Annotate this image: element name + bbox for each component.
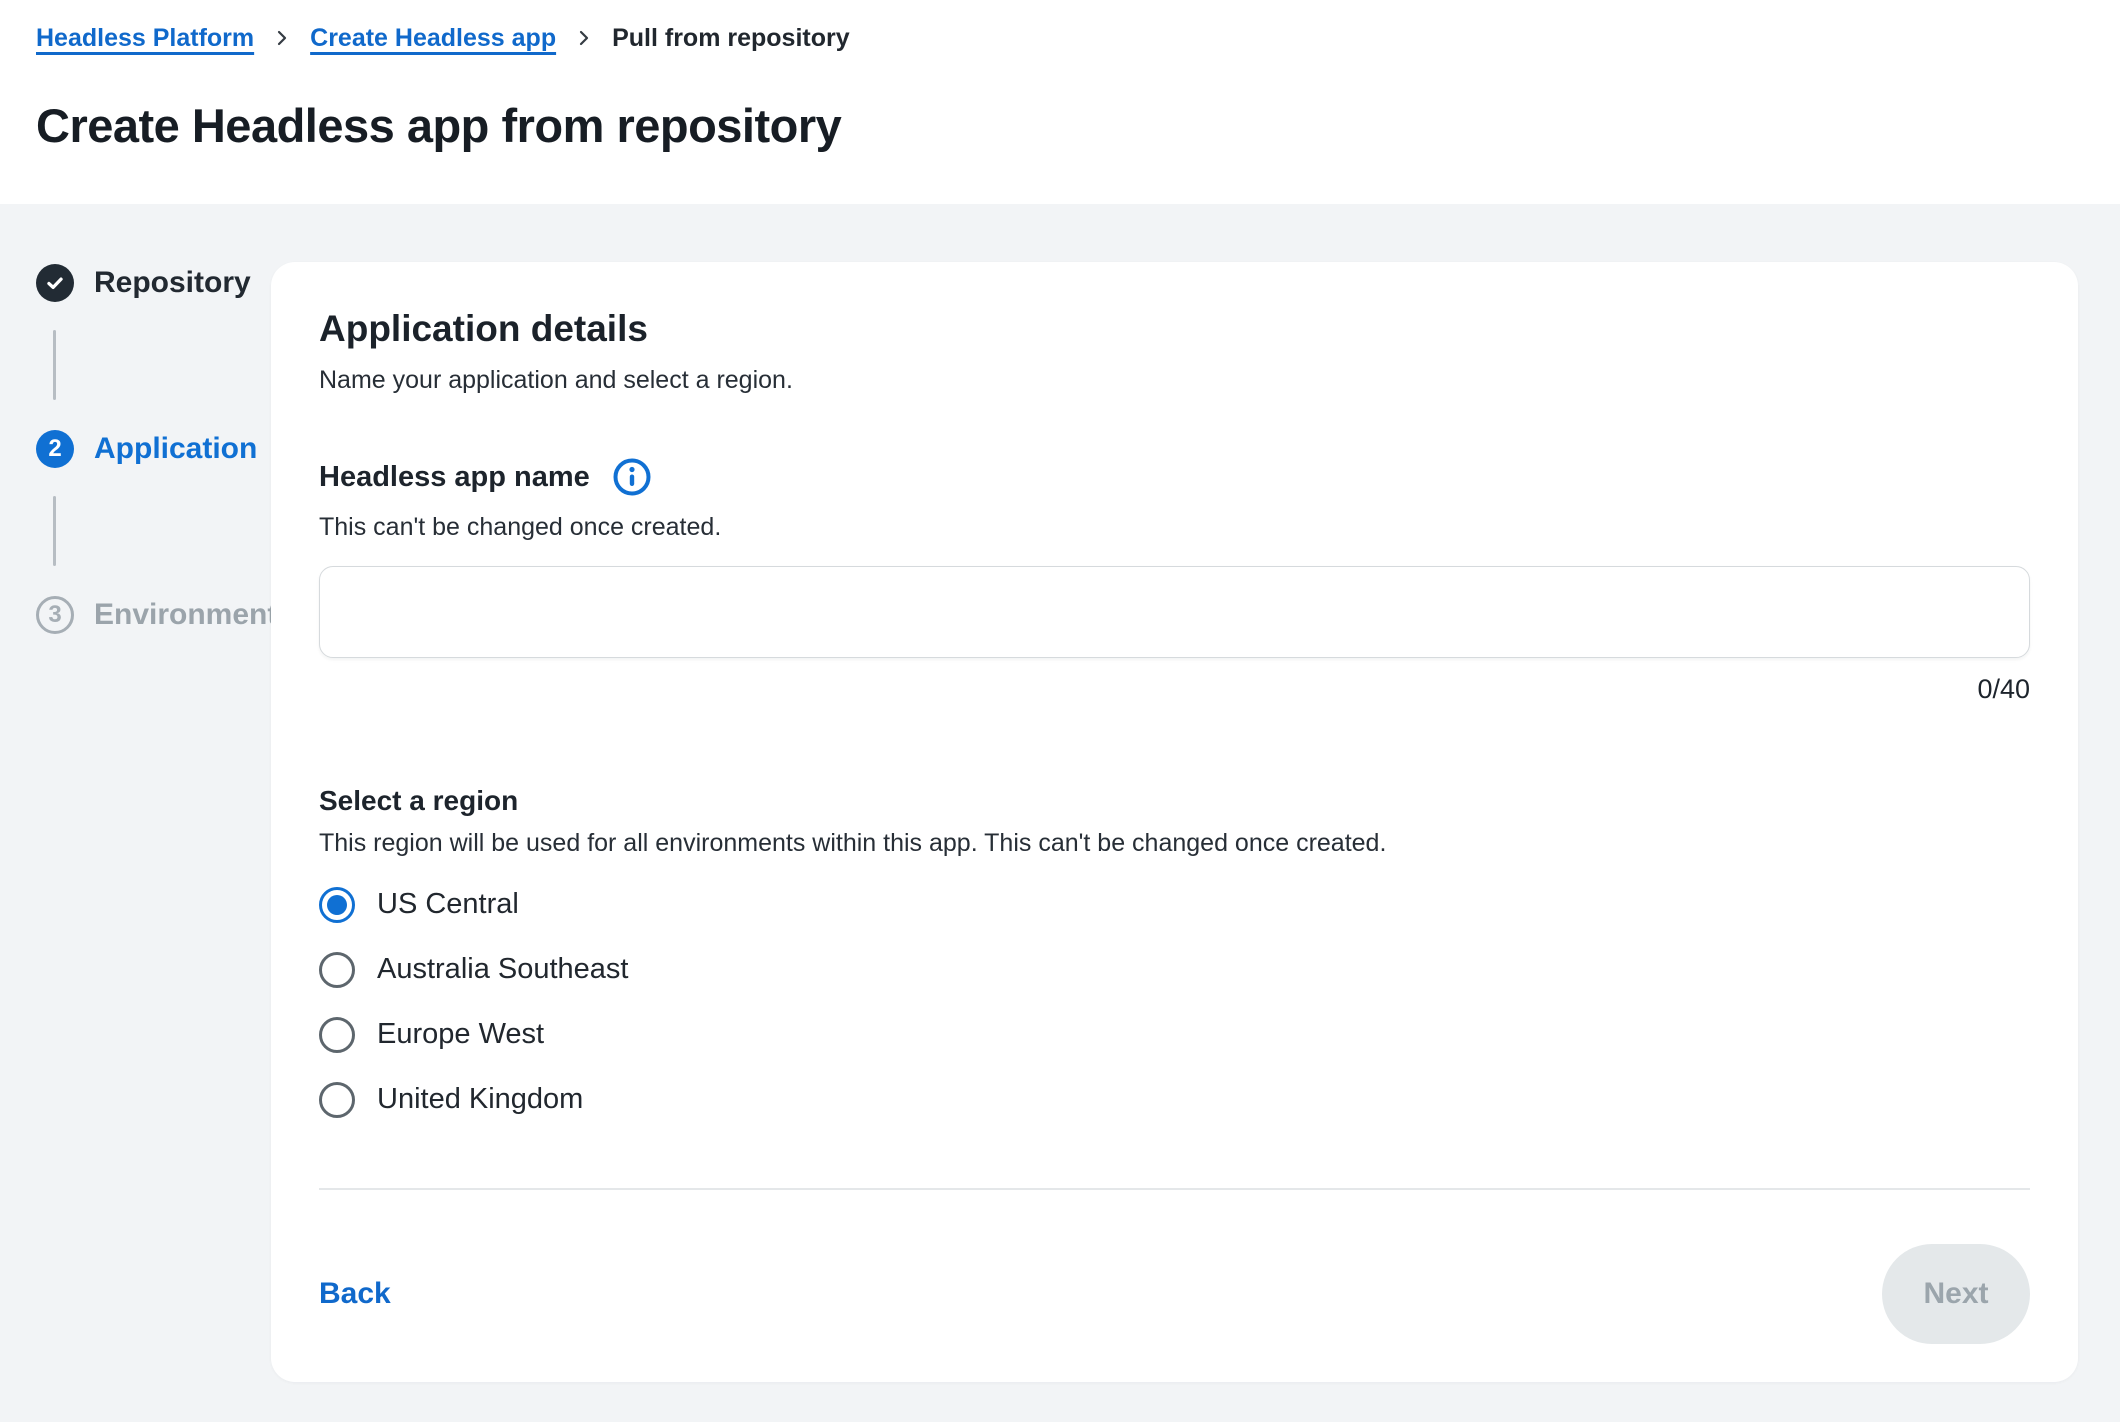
step-complete-check-icon [36,264,74,302]
radio-unselected-icon[interactable] [319,1017,355,1053]
step-connector [53,330,56,400]
char-counter: 0/40 [319,674,2030,705]
step-number-badge: 2 [36,430,74,468]
app-name-input[interactable] [319,566,2030,658]
footer-divider [319,1188,2030,1190]
radio-label: Europe West [377,1018,544,1051]
card-subheading: Name your application and select a regio… [319,366,2030,395]
next-button[interactable]: Next [1882,1244,2030,1344]
step-label-environment: Environment [94,598,277,632]
step-label-application: Application [94,432,257,466]
app-name-helper-text: This can't be changed once created. [319,513,2030,542]
breadcrumb-link-create-headless-app[interactable]: Create Headless app [310,24,556,53]
chevron-right-icon [272,28,292,48]
region-option-united-kingdom[interactable]: United Kingdom [319,1077,2030,1122]
main-content: Repository 2 Application 3 Environment A… [0,204,2120,1422]
info-icon[interactable] [612,457,652,497]
breadcrumb-link-headless-platform[interactable]: Headless Platform [36,24,254,53]
stepper-step-environment: 3 Environment [36,596,271,634]
chevron-right-icon [574,28,594,48]
stepper-step-application[interactable]: 2 Application [36,430,271,468]
back-button[interactable]: Back [319,1277,391,1311]
breadcrumb-current-pull-from-repository: Pull from repository [612,24,850,53]
page-title: Create Headless app from repository [36,98,2084,153]
stepper: Repository 2 Application 3 Environment [0,204,271,1422]
radio-unselected-icon[interactable] [319,1082,355,1118]
card-heading: Application details [319,308,2030,350]
stepper-step-repository[interactable]: Repository [36,264,271,302]
region-option-us-central[interactable]: US Central [319,882,2030,927]
step-number-badge: 3 [36,596,74,634]
step-label-repository: Repository [94,266,251,300]
region-section-label: Select a region [319,785,2030,817]
radio-unselected-icon[interactable] [319,952,355,988]
radio-label: United Kingdom [377,1083,583,1116]
radio-selected-icon[interactable] [319,887,355,923]
radio-label: US Central [377,888,519,921]
region-description: This region will be used for all environ… [319,829,2030,858]
breadcrumb: Headless Platform Create Headless app Pu… [36,20,2084,56]
application-details-card: Application details Name your applicatio… [271,262,2078,1382]
radio-label: Australia Southeast [377,953,628,986]
app-name-label: Headless app name [319,461,590,494]
region-option-australia-southeast[interactable]: Australia Southeast [319,947,2030,992]
step-connector [53,496,56,566]
card-footer: Back Next [319,1244,2030,1344]
page-header: Headless Platform Create Headless app Pu… [0,0,2120,204]
region-option-europe-west[interactable]: Europe West [319,1012,2030,1057]
